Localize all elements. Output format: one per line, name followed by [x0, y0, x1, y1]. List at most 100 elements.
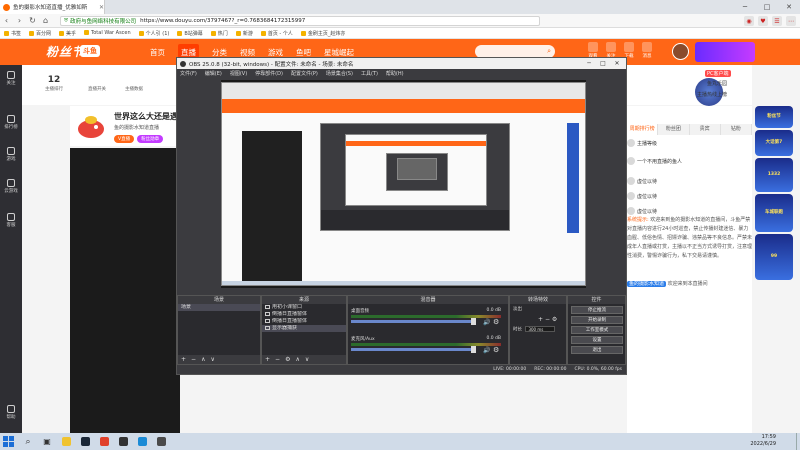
- maximize-button[interactable]: □: [756, 0, 778, 14]
- add-icon[interactable]: +: [265, 356, 270, 363]
- gear-icon[interactable]: ⚙: [493, 318, 499, 326]
- search-icon[interactable]: ⌕: [20, 435, 36, 449]
- bookmark-item[interactable]: 美乎: [59, 30, 76, 37]
- event-banner-5[interactable]: 99: [755, 234, 793, 280]
- obs-minimize-button[interactable]: ─: [582, 58, 596, 69]
- remove-icon[interactable]: −: [191, 356, 196, 363]
- extension-icon[interactable]: ☰: [772, 16, 782, 26]
- terminal-icon[interactable]: [153, 435, 169, 449]
- event-banner-2[interactable]: 大话第7: [755, 130, 793, 156]
- obs-menu-item-2[interactable]: 编辑(E): [205, 70, 222, 77]
- volume-fader[interactable]: [351, 346, 476, 353]
- event-banner-1[interactable]: 粉丝节: [755, 106, 793, 128]
- obs-menu-item-7[interactable]: 工具(T): [361, 70, 378, 77]
- speaker-icon[interactable]: 🔊: [483, 319, 490, 326]
- refresh-icon[interactable]: ↻: [26, 16, 39, 25]
- rank-row-1[interactable]: 主播等级: [637, 140, 657, 147]
- edge-icon[interactable]: [134, 435, 150, 449]
- obs-menu-item-6[interactable]: 场景集合(S): [326, 70, 353, 77]
- volume-fader[interactable]: [351, 318, 476, 325]
- sidebar-item-6[interactable]: 帮助: [0, 405, 22, 420]
- rank-tab-4[interactable]: 钻粉: [720, 124, 752, 135]
- rank-tab-2[interactable]: 粉丝团: [658, 124, 690, 135]
- remove-icon[interactable]: −: [275, 356, 280, 363]
- source-item[interactable]: 显示器捕获: [262, 325, 346, 332]
- speaker-icon[interactable]: 🔊: [483, 347, 490, 354]
- promo-banner[interactable]: [695, 42, 755, 62]
- move-up-icon[interactable]: ∧: [295, 356, 299, 363]
- room-stat-2[interactable]: 直播开关: [88, 75, 106, 92]
- source-item[interactable]: 倒播日直播窗体: [262, 311, 346, 318]
- room-stat-1[interactable]: 12 主播排行: [45, 75, 63, 92]
- obs-menu-item-8[interactable]: 帮助(H): [386, 70, 404, 77]
- nav-item-1[interactable]: 首页: [150, 47, 165, 58]
- streamer-tag[interactable]: 粉丝勋章: [137, 135, 164, 143]
- room-stat-3[interactable]: 主播数据: [125, 75, 143, 92]
- welcome-user[interactable]: 鱼的摄影水知道: [627, 281, 667, 287]
- bookmark-item[interactable]: 热门: [210, 30, 228, 37]
- nav-item-3[interactable]: 分类: [212, 47, 227, 58]
- nav-item-5[interactable]: 游戏: [268, 47, 283, 58]
- right-action-button-3[interactable]: 主播热线上榜: [695, 91, 729, 98]
- gear-icon[interactable]: ⚙: [552, 316, 557, 323]
- rank-tab-3[interactable]: 贵宾: [689, 124, 721, 135]
- right-action-button-1[interactable]: PC客户端: [705, 70, 731, 77]
- streamer-tag[interactable]: V直播: [114, 135, 135, 143]
- add-icon[interactable]: +: [181, 356, 186, 363]
- add-icon[interactable]: +: [538, 316, 543, 323]
- obs-close-button[interactable]: ✕: [610, 58, 624, 69]
- rank-tab-1[interactable]: 周期排行榜: [627, 124, 659, 135]
- bookmark-item[interactable]: 书签: [4, 30, 21, 37]
- volume-fader-knob[interactable]: [471, 346, 476, 353]
- move-up-icon[interactable]: ∧: [201, 356, 205, 363]
- obs-maximize-button[interactable]: □: [596, 58, 610, 69]
- sidebar-item-4[interactable]: 云游戏: [0, 179, 22, 194]
- nav-item-6[interactable]: 鱼吧: [296, 47, 311, 58]
- obs-menu-item-5[interactable]: 配置文件(P): [291, 70, 318, 77]
- rank-row-3[interactable]: 虚位以待: [637, 178, 657, 185]
- event-banner-4[interactable]: 车城联跑: [755, 194, 793, 232]
- browser-360-icon[interactable]: [96, 435, 112, 449]
- volume-fader-knob[interactable]: [471, 318, 476, 325]
- back-icon[interactable]: ‹: [0, 16, 13, 25]
- scene-item[interactable]: 场景: [178, 304, 260, 311]
- event-banner-3[interactable]: 1332: [755, 158, 793, 192]
- obs-menu-item-4[interactable]: 停靠部件(D): [255, 70, 283, 77]
- obs-icon[interactable]: [115, 435, 131, 449]
- video-player[interactable]: [70, 148, 180, 433]
- rank-row-2[interactable]: 一个不用直播的鱼人: [637, 158, 682, 165]
- home-icon[interactable]: ⌂: [39, 16, 52, 25]
- minimize-button[interactable]: ─: [734, 0, 756, 14]
- move-down-icon[interactable]: ∨: [305, 356, 309, 363]
- extension-icon[interactable]: ◉: [744, 16, 754, 26]
- search-icon[interactable]: ⌕: [547, 47, 551, 56]
- extension-icon[interactable]: ♥: [758, 16, 768, 26]
- extension-icon[interactable]: ⋯: [786, 16, 796, 26]
- gear-icon[interactable]: ⚙: [285, 356, 290, 363]
- bookmark-item[interactable]: Total War Ascen: [84, 30, 131, 36]
- close-tab-icon[interactable]: ✕: [99, 4, 104, 11]
- obs-preview-canvas[interactable]: [221, 80, 586, 288]
- nav-item-7[interactable]: 星城崛起: [324, 47, 354, 58]
- streamer-avatar[interactable]: [74, 109, 108, 143]
- url-input[interactable]: ⛨ 政府与鱼网络科技有限公司 https://www.douyu.com/379…: [60, 16, 540, 26]
- browser-tab[interactable]: 鱼的摄影水知道直播_优雅如斯 ✕: [0, 0, 105, 14]
- obs-menu-item-3[interactable]: 视图(V): [230, 70, 247, 77]
- windows-start-icon[interactable]: [3, 436, 17, 448]
- control-button-2[interactable]: 开始录制: [571, 316, 623, 324]
- header-icon-4[interactable]: 消息: [642, 42, 652, 59]
- gear-icon[interactable]: ⚙: [493, 346, 499, 354]
- bookmark-item[interactable]: B站弹幕: [177, 30, 203, 37]
- bookmark-item[interactable]: 新游: [235, 30, 253, 37]
- rank-row-5[interactable]: 虚位以待: [637, 208, 657, 215]
- sidebar-item-1[interactable]: 关注: [0, 71, 22, 86]
- control-button-5[interactable]: 退出: [571, 346, 623, 354]
- sidebar-item-3[interactable]: 游戏: [0, 147, 22, 162]
- source-item[interactable]: 倒播日直播窗体: [262, 318, 346, 325]
- system-clock[interactable]: 17:59 2022/6/29: [750, 434, 776, 448]
- sidebar-item-5[interactable]: 客服: [0, 213, 22, 228]
- sidebar-item-2[interactable]: 排行榜: [0, 115, 22, 130]
- source-item[interactable]: 用初小课窗口: [262, 304, 346, 311]
- streamer-name[interactable]: 鱼的摄影水知道直播: [114, 124, 159, 131]
- control-button-1[interactable]: 停止推流: [571, 306, 623, 314]
